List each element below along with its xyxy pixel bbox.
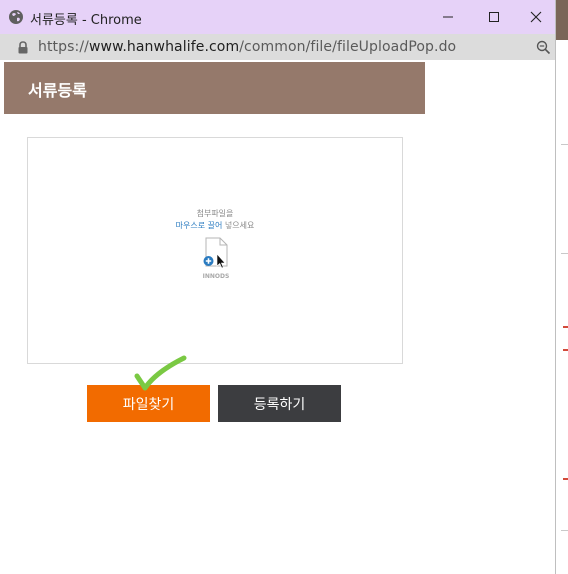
drop-hint-line2: 마우스로 끌어 넣으세요 <box>28 220 402 231</box>
background-page-edge <box>555 0 568 574</box>
url-host: www.hanwhalife.com <box>88 39 240 55</box>
background-divider <box>561 530 568 531</box>
drop-hint-rest: 넣으세요 <box>222 221 255 230</box>
background-red-mark <box>563 326 568 328</box>
minimize-button[interactable] <box>425 0 471 34</box>
address-bar[interactable]: https://www.hanwhalife.com/common/file/f… <box>0 34 555 60</box>
file-add-icon: INNODS <box>203 237 230 280</box>
background-divider <box>561 253 568 254</box>
close-icon <box>530 11 542 23</box>
register-button[interactable]: 등록하기 <box>218 385 341 422</box>
maximize-button[interactable] <box>471 0 517 34</box>
window-title: 서류등록 - Chrome <box>30 13 142 28</box>
url-scheme: https:// <box>38 39 89 55</box>
close-button[interactable] <box>517 0 555 34</box>
url-path: /common/file/fileUploadPop.do <box>239 39 457 55</box>
popup-window: 서류등록 - Chrome https://www.hanwhalife.com… <box>0 0 556 574</box>
minimize-icon <box>443 16 453 18</box>
lock-icon <box>18 41 28 54</box>
title-bar[interactable]: 서류등록 - Chrome <box>0 0 555 34</box>
globe-icon <box>9 10 23 24</box>
background-header-strip <box>555 0 568 40</box>
background-divider <box>561 144 568 145</box>
background-red-mark <box>563 349 568 351</box>
maximize-icon <box>489 12 499 22</box>
file-drop-zone[interactable]: 첨부파일을 마우스로 끌어 넣으세요 INNODS <box>27 137 403 364</box>
url-text[interactable]: https://www.hanwhalife.com/common/file/f… <box>38 39 456 55</box>
checkmark-annotation-icon <box>134 355 187 391</box>
innods-logo-text: INNODS <box>203 273 230 280</box>
page-title: 서류등록 <box>28 81 87 100</box>
drop-hint-line1: 첨부파일을 <box>196 209 234 218</box>
drop-hint-highlight: 마우스로 끌어 <box>175 221 223 230</box>
zoom-icon[interactable] <box>536 40 551 55</box>
background-red-mark <box>563 478 568 480</box>
page-header: 서류등록 <box>4 62 425 114</box>
